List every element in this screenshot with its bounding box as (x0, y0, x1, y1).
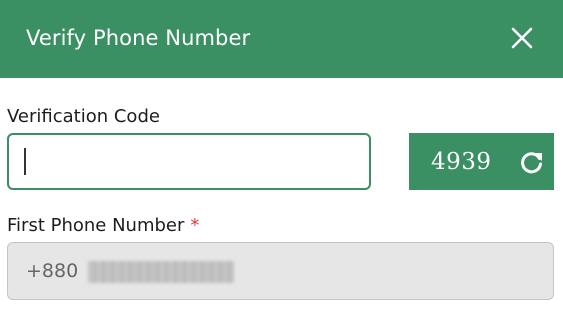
first-phone-label-text: First Phone Number (7, 215, 185, 236)
dialog-title: Verify Phone Number (26, 26, 251, 50)
first-phone-input: +880 (7, 242, 554, 300)
first-phone-label: First Phone Number * (7, 214, 199, 238)
verification-code-input[interactable] (7, 133, 371, 190)
close-button[interactable] (508, 24, 536, 52)
required-mark: * (190, 215, 200, 236)
country-code-prefix: +880 (26, 260, 79, 282)
verification-code-label: Verification Code (7, 106, 160, 127)
close-icon (511, 27, 533, 49)
obscured-phone-number (88, 261, 234, 283)
captcha-box: 4939 (409, 133, 554, 190)
refresh-icon (521, 152, 542, 174)
dialog-header: Verify Phone Number (0, 0, 563, 78)
text-caret (24, 148, 26, 175)
captcha-code: 4939 (431, 149, 492, 175)
verify-phone-dialog: Verify Phone Number Verification Code 49… (0, 0, 563, 330)
refresh-captcha-button[interactable] (519, 149, 545, 175)
